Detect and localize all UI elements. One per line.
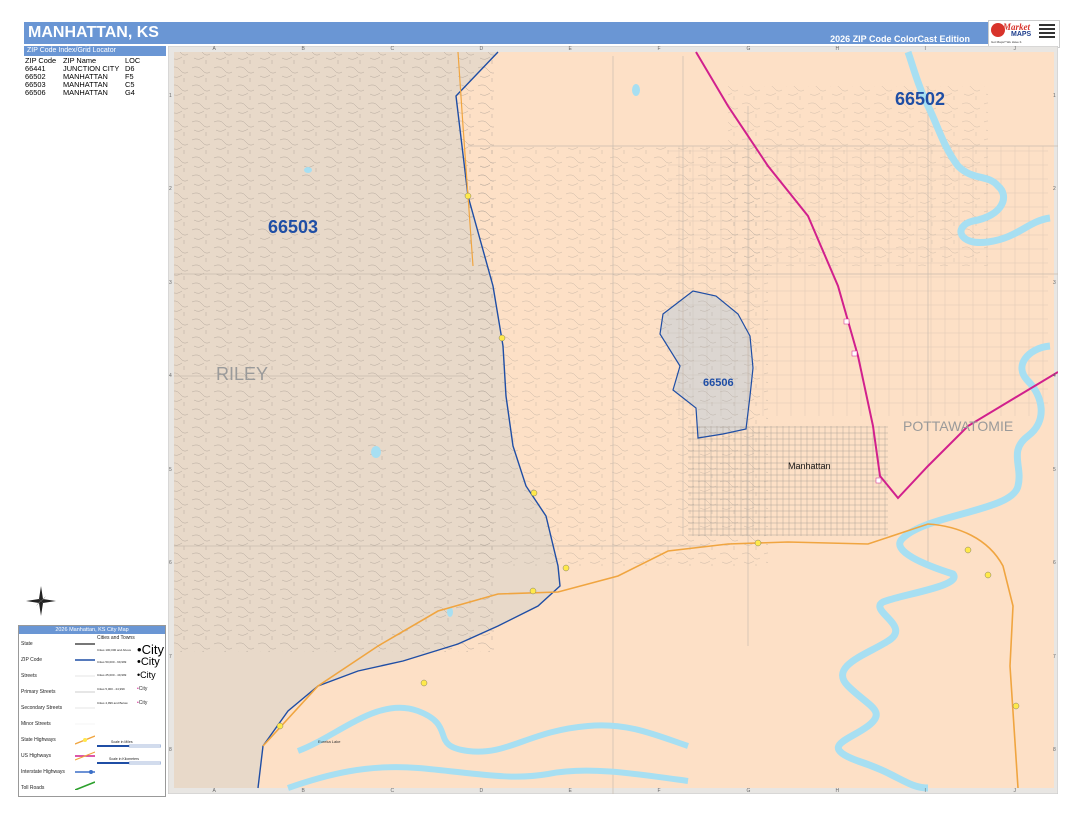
logo-tagline: Got Maps? We Have It.: [991, 40, 1023, 44]
title-bar: MANHATTAN, KS 2026 ZIP Code ColorCast Ed…: [24, 22, 1058, 44]
grid-column-j-top: J: [1013, 46, 1017, 52]
grid-row-4-right: 4: [1053, 373, 1056, 380]
zip-index-table: ZIP Code ZIP Name LOC 66441 JUNCTION CIT…: [24, 57, 141, 97]
lake-northwest: [304, 167, 312, 173]
grid-column-h-top: H: [835, 46, 840, 52]
city-class-1: Cities 100,000 and Above: [97, 648, 132, 652]
zip-code-cell: 66506: [25, 88, 46, 97]
grid-column-g-top: G: [746, 46, 751, 52]
legend-item-state-highways: State Highways: [21, 737, 56, 743]
grid-column-d-top: D: [479, 46, 484, 52]
county-label-pottawatomie: POTTAWATOMIE: [903, 418, 1013, 434]
legend-item-secondary-streets: Secondary Streets: [21, 705, 63, 711]
loc-cell: G4: [125, 88, 135, 97]
legend-item-streets: Streets: [21, 673, 37, 679]
grid-column-j-bottom: J: [1013, 788, 1017, 794]
table-row: 66506 MANHATTAN G4: [24, 89, 141, 97]
grid-column-e-top: E: [568, 46, 572, 52]
city-sample-2: •City: [137, 656, 160, 668]
map-title: MANHATTAN, KS: [28, 24, 159, 41]
compass-rose-icon: [26, 586, 56, 616]
streets-downtown: [688, 426, 888, 536]
edition-label: 2026 ZIP Code ColorCast Edition: [830, 34, 970, 44]
city-sample-5: •City: [137, 700, 148, 706]
grid-column-b-top: B: [301, 46, 305, 52]
grid-row-2-right: 2: [1053, 186, 1056, 193]
grid-row-7-left: 7: [169, 653, 172, 660]
legend-item-us-highways: US Highways: [21, 753, 52, 759]
grid-column-i-top: I: [924, 46, 926, 52]
grid-row-4-left: 4: [169, 373, 172, 380]
legend-item-interstate-highways: Interstate Highways: [21, 769, 65, 775]
city-class-5: Cities 4,999 and Below: [97, 701, 128, 705]
grid-row-1-right: 1: [1053, 92, 1056, 99]
grid-column-f-bottom: F: [657, 788, 661, 794]
grid-column-g-bottom: G: [746, 788, 751, 794]
grid-column-a-top: A: [212, 46, 216, 52]
grid-column-i-bottom: I: [924, 788, 926, 794]
county-label-riley: RILEY: [216, 364, 268, 384]
legend-cities-header: Cities and Towns: [97, 635, 135, 641]
city-class-3: Cities 25,000 - 49,999: [97, 673, 127, 677]
scale-bar-kilometers: [97, 761, 161, 765]
zip-index-header: ZIP Code Index/Grid Locator: [24, 46, 166, 56]
legend-item-minor-streets: Minor Streets: [21, 721, 51, 727]
legend-item-state: State: [21, 641, 33, 647]
city-label-manhattan: Manhattan: [788, 461, 831, 471]
grid-row-7-right: 7: [1053, 653, 1056, 660]
logo-text-block: [1039, 24, 1055, 26]
grid-row-8-right: 8: [1053, 747, 1056, 754]
legend-item-primary-streets: Primary Streets: [21, 689, 56, 695]
logo-brand-bottom: MAPS: [1011, 31, 1032, 38]
grid-column-h-bottom: H: [835, 788, 840, 794]
place-label-eureka-lake: Eureka Lake: [318, 739, 341, 744]
map-area[interactable]: 66502 66503 66506 RILEY POTTAWATOMIE Man…: [168, 46, 1058, 794]
grid-row-6-left: 6: [169, 560, 172, 567]
lake-north: [632, 84, 640, 96]
lake-west: [371, 446, 381, 458]
legend-title: 2026 Manhattan, KS City Map: [19, 626, 165, 634]
streets-grid: [668, 146, 1048, 416]
legend-item-toll-roads: Toll Roads: [21, 785, 45, 791]
grid-column-a-bottom: A: [212, 788, 216, 794]
grid-column-e-bottom: E: [568, 788, 572, 794]
city-sample-3: •City: [137, 670, 156, 680]
grid-row-3-right: 3: [1053, 279, 1056, 286]
zip-name-cell: MANHATTAN: [63, 88, 108, 97]
city-class-4: Cities 5,000 - 24,999: [97, 687, 125, 691]
legend-line-symbols: [75, 643, 95, 790]
map-legend: 2026 Manhattan, KS City Map State ZIP Co…: [18, 625, 166, 797]
grid-row-8-left: 8: [169, 747, 172, 754]
grid-row-2-left: 2: [169, 186, 172, 193]
zip-label-66506: 66506: [703, 377, 734, 389]
grid-row-1-left: 1: [169, 92, 172, 99]
zip-index-panel: ZIP Code Index/Grid Locator ZIP Code ZIP…: [24, 46, 166, 97]
streets-west: [174, 52, 494, 652]
grid-column-f-top: F: [657, 46, 661, 52]
grid-row-6-right: 6: [1053, 560, 1056, 567]
city-class-2: Cities 50,000 - 99,999: [97, 660, 127, 664]
grid-row-5-right: 5: [1053, 466, 1056, 473]
map-canvas[interactable]: 66502 66503 66506 RILEY POTTAWATOMIE Man…: [168, 46, 1058, 794]
city-sample-4: •City: [137, 686, 148, 692]
legend-item-zip-code: ZIP Code: [21, 657, 43, 663]
grid-column-b-bottom: B: [301, 788, 305, 794]
city-sample-1: •City: [137, 642, 164, 657]
scale-bar-miles: [97, 744, 161, 748]
zip-label-66502: 66502: [895, 89, 945, 109]
grid-row-5-left: 5: [169, 466, 172, 473]
grid-column-c-top: C: [390, 46, 395, 52]
zip-label-66503: 66503: [268, 217, 318, 237]
grid-column-d-bottom: D: [479, 788, 484, 794]
grid-column-c-bottom: C: [390, 788, 395, 794]
market-maps-logo[interactable]: Market MAPS Got Maps? We Have It.: [988, 20, 1060, 48]
grid-row-3-left: 3: [169, 279, 172, 286]
